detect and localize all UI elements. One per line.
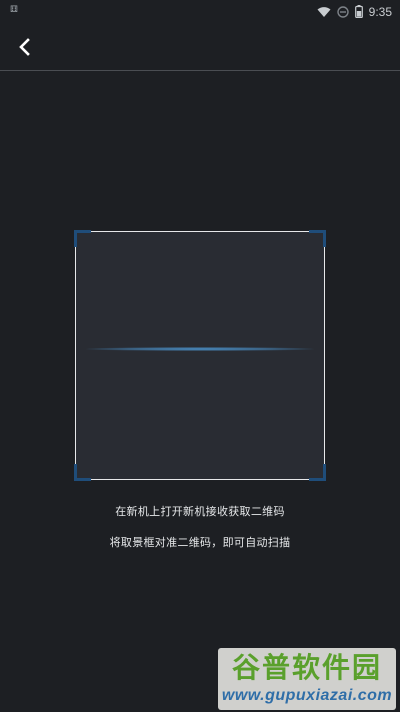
chevron-left-icon bbox=[19, 38, 30, 56]
wifi-icon bbox=[317, 3, 331, 22]
scan-frame bbox=[74, 230, 326, 481]
scan-screen: ⚅ 9:35 在新机上打开新机接收获取二维码 将取景框对准二维码，即可自动扫描 … bbox=[0, 0, 400, 712]
scan-corner-top-left bbox=[74, 230, 91, 247]
hint-align-qr: 将取景框对准二维码，即可自动扫描 bbox=[109, 536, 291, 549]
watermark-title: 谷普软件园 bbox=[231, 651, 382, 684]
status-bar: ⚅ 9:35 bbox=[0, 0, 400, 24]
status-time: 9:35 bbox=[368, 5, 392, 19]
hint-open-receiver: 在新机上打开新机接收获取二维码 bbox=[115, 505, 285, 518]
status-icons: 9:35 bbox=[317, 3, 392, 21]
battery-icon bbox=[354, 3, 363, 22]
scan-corner-bottom-left bbox=[74, 464, 91, 481]
dnd-icon bbox=[336, 3, 349, 22]
scan-line bbox=[86, 347, 314, 351]
watermark-url: www.gupuxiazai.com bbox=[221, 687, 393, 704]
notification-icon: ⚅ bbox=[10, 5, 18, 15]
toolbar bbox=[0, 24, 400, 71]
watermark: 谷普软件园 www.gupuxiazai.com bbox=[218, 648, 396, 710]
back-button[interactable] bbox=[12, 34, 38, 60]
scan-corner-top-right bbox=[309, 230, 326, 247]
scan-corner-bottom-right bbox=[309, 464, 326, 481]
